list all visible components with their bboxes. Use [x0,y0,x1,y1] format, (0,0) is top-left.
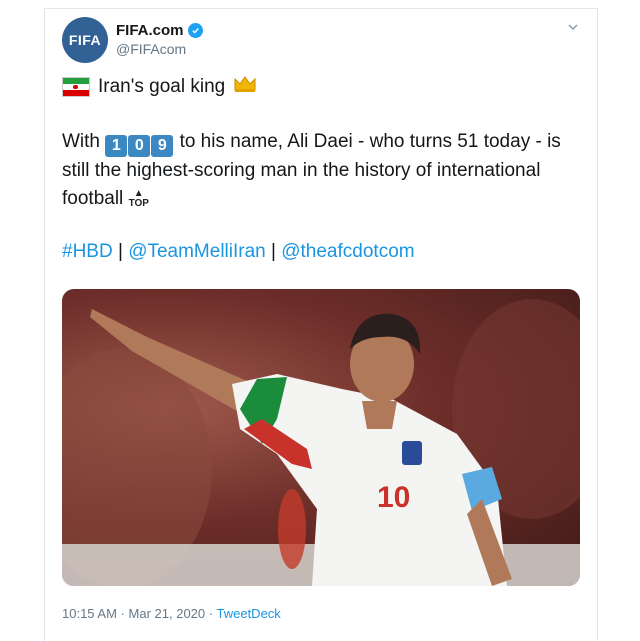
timestamp-dot: · [208,606,214,621]
link-separator: | [271,241,276,262]
mention-link-theafcdotcom[interactable]: @theafcdotcom [281,241,414,262]
top-icon-label: TOP [128,198,149,209]
body-prefix: With [62,131,100,152]
tweet-links: #HBD | @TeamMelliIran | @theafcdotcom [62,241,415,263]
verified-badge-icon [187,23,203,38]
crown-icon [233,75,257,98]
avatar[interactable]: FIFA [62,17,108,63]
jersey-number: 10 [377,481,410,514]
hashtag-link[interactable]: #HBD [62,241,113,262]
iran-flag-icon [62,76,90,97]
tweet-time: 10:15 AM [62,606,117,621]
number-1-tile: 1 [105,135,128,157]
mention-link-teammelliiran[interactable]: @TeamMelliIran [128,241,266,262]
tweet-timestamp[interactable]: 10:15 AM · Mar 21, 2020 · TweetDeck [62,606,281,621]
avatar-label: FIFA [68,32,102,48]
author-name-text: FIFA.com [116,22,184,39]
number-0-tile: 0 [128,135,151,157]
tweet-body: With 109 to his name, Ali Daei - who tur… [62,128,582,213]
tweet-date: Mar 21, 2020 [128,606,206,621]
tweet-title-line: Iran's goal king [62,75,257,98]
author-handle[interactable]: @FIFAcom [116,41,186,57]
timestamp-dot: · [120,606,125,621]
number-9-tile: 9 [151,135,174,157]
chevron-down-icon[interactable] [566,20,580,34]
author-name[interactable]: FIFA.com [116,22,203,39]
top-arrow-icon: ▲ TOP [128,188,149,209]
tweet-title-text: Iran's goal king [98,75,226,97]
link-separator: | [117,241,123,262]
player-photo-illustration: 10 [62,299,580,586]
tweet-source-link[interactable]: TweetDeck [217,606,281,621]
tweet-photo[interactable]: 10 [62,289,580,586]
